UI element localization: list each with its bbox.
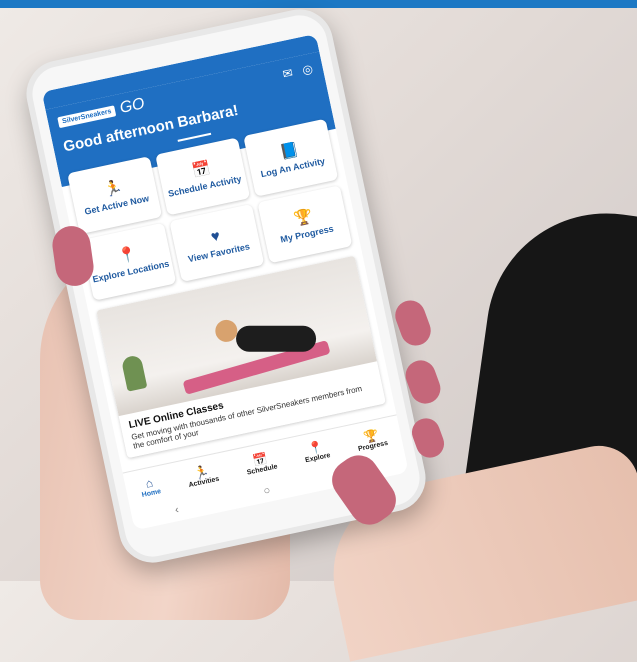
tile-label: My Progress xyxy=(279,223,335,245)
nav-explore[interactable]: 📍 Explore xyxy=(302,438,331,464)
home-button[interactable]: ○ xyxy=(263,484,272,497)
location-pin-icon: 📍 xyxy=(116,244,139,266)
nav-label: Schedule xyxy=(246,462,279,477)
tile-my-progress[interactable]: 🏆 My Progress xyxy=(257,185,353,264)
nav-activities[interactable]: 🏃 Activities xyxy=(185,462,220,489)
plant-illustration xyxy=(120,354,148,392)
profile-icon[interactable]: ◎ xyxy=(301,61,314,77)
running-person-icon: 🏃 xyxy=(102,178,125,199)
book-icon: 📘 xyxy=(278,140,301,162)
trophy-icon: 🏆 xyxy=(292,207,315,228)
tile-label: Get Active Now xyxy=(83,193,150,217)
tile-label: Log An Activity xyxy=(259,155,326,180)
tile-label: View Favorites xyxy=(187,241,251,265)
brand-logo: SilverSneakers xyxy=(57,104,117,128)
tile-explore-locations[interactable]: 📍 Explore Locations xyxy=(81,222,177,301)
back-button[interactable]: ‹ xyxy=(174,504,180,517)
nav-label: Home xyxy=(141,487,162,499)
nav-label: Progress xyxy=(357,439,389,453)
nav-label: Activities xyxy=(187,475,220,489)
top-color-band xyxy=(0,0,637,8)
nav-progress[interactable]: 🏆 Progress xyxy=(355,426,389,453)
person-body-illustration xyxy=(236,325,317,352)
calendar-icon: 📅 xyxy=(190,159,213,181)
nav-schedule[interactable]: 📅 Schedule xyxy=(243,449,278,476)
mail-icon[interactable]: ✉ xyxy=(281,66,294,82)
fingernail xyxy=(391,296,435,350)
heart-icon: ♥ xyxy=(209,227,222,246)
header-divider xyxy=(177,132,212,142)
tile-view-favorites[interactable]: ♥ View Favorites xyxy=(169,203,265,283)
nav-home[interactable]: ⌂ Home xyxy=(138,474,162,499)
brand-go-label: GO xyxy=(118,95,147,117)
header-icons: ✉ ◎ xyxy=(281,61,314,81)
